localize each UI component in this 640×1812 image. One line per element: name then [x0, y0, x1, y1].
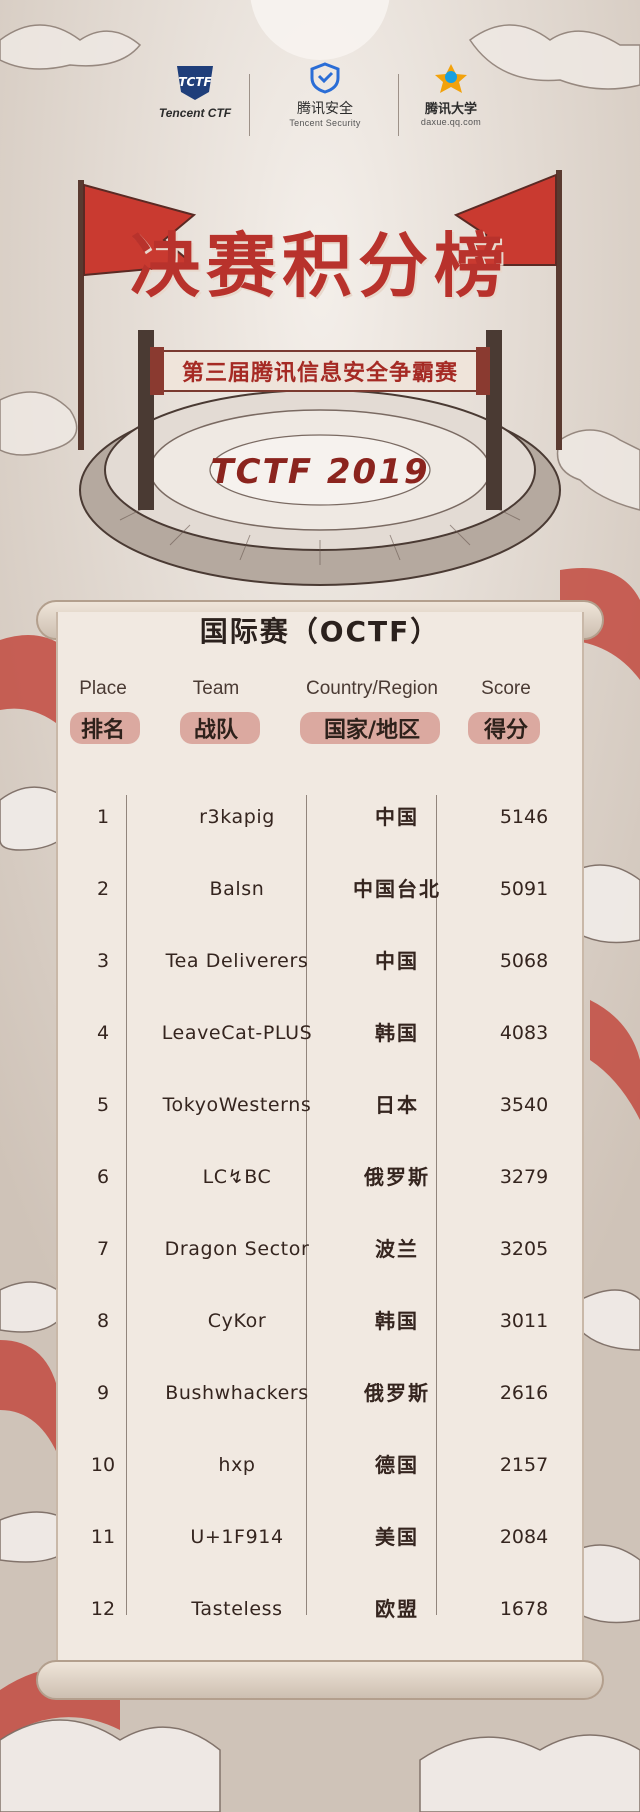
country-cell: 韩国: [375, 1309, 419, 1333]
score-cell: 1678: [499, 1598, 549, 1620]
column-header-country-zh: 国家/地区: [323, 718, 421, 743]
country-cell: 美国: [375, 1525, 419, 1549]
table-row: 2 Balsn 中国台北 5091: [56, 869, 584, 909]
table-row: 5 TokyoWesterns 日本 3540: [56, 1085, 584, 1125]
team-cell: CyKor: [207, 1310, 267, 1332]
event-name: TCTF 2019: [210, 452, 430, 492]
team-cell: U+1F914: [190, 1526, 284, 1548]
page-title: 决赛积分榜: [130, 224, 510, 307]
country-cell: 日本: [375, 1093, 419, 1117]
country-cell: 中国: [375, 805, 419, 829]
team-cell: r3kapig: [199, 806, 275, 828]
table-row: 3 Tea Deliverers 中国 5068: [56, 941, 584, 981]
scroll-roll-bottom: [36, 1660, 604, 1700]
table-row: 4 LeaveCat-PLUS 韩国 4083: [56, 1013, 584, 1053]
column-divider: [306, 795, 307, 1615]
scroll-paper: [56, 612, 584, 1662]
team-cell: Tasteless: [191, 1598, 283, 1620]
team-cell: Dragon Sector: [164, 1238, 310, 1260]
logo-label: Tencent CTF: [158, 106, 232, 120]
table-row: 10 hxp 德国 2157: [56, 1445, 584, 1485]
score-cell: 4083: [499, 1022, 549, 1044]
score-cell: 5068: [499, 950, 549, 972]
tctf-shield-icon: TCTF: [177, 66, 213, 100]
section-title: 国际赛（OCTF）: [199, 615, 441, 648]
table-row: 8 CyKor 韩国 3011: [56, 1301, 584, 1341]
country-cell: 韩国: [375, 1021, 419, 1045]
logo-tencent-ctf: TCTF Tencent CTF: [120, 62, 270, 120]
score-cell: 5091: [499, 878, 549, 900]
score-cell: 3011: [499, 1310, 549, 1332]
team-cell: Tea Deliverers: [165, 950, 309, 972]
table-row: 1 r3kapig 中国 5146: [56, 797, 584, 837]
tencent-university-star-icon: [435, 64, 467, 93]
score-cell: 2616: [499, 1382, 549, 1404]
team-cell: hxp: [218, 1454, 256, 1476]
table-row: 6 LC↯BC 俄罗斯 3279: [56, 1157, 584, 1197]
score-cell: 5146: [499, 806, 549, 828]
column-header-team: Team: [192, 678, 240, 699]
country-cell: 德国: [375, 1453, 419, 1477]
tencent-security-shield-icon: [310, 62, 340, 94]
country-cell: 波兰: [375, 1237, 419, 1261]
logo-label: 腾讯大学: [424, 101, 477, 116]
logo-tencent-university: 腾讯大学 daxue.qq.com: [376, 62, 526, 127]
team-cell: TokyoWesterns: [162, 1094, 312, 1116]
score-cell: 3205: [499, 1238, 549, 1260]
team-cell: Balsn: [209, 878, 265, 900]
column-header-country: Country/Region: [305, 678, 439, 699]
team-cell: LC↯BC: [202, 1166, 272, 1188]
column-header-team-zh: 战队: [193, 718, 238, 743]
score-cell: 2157: [499, 1454, 549, 1476]
country-cell: 欧盟: [375, 1597, 419, 1621]
country-cell: 俄罗斯: [364, 1165, 430, 1189]
score-cell: 3540: [499, 1094, 549, 1116]
score-cell: 2084: [499, 1526, 549, 1548]
table-row: 12 Tasteless 欧盟 1678: [56, 1589, 584, 1629]
country-cell: 中国: [375, 949, 419, 973]
table-row: 11 U+1F914 美国 2084: [56, 1517, 584, 1557]
subtitle: 第三届腾讯信息安全争霸赛: [181, 360, 458, 386]
team-cell: LeaveCat-PLUS: [161, 1022, 313, 1044]
svg-text:TCTF: TCTF: [178, 75, 212, 89]
column-header-score: Score: [481, 678, 531, 699]
column-header-score-zh: 得分: [483, 718, 528, 743]
table-row: 9 Bushwhackers 俄罗斯 2616: [56, 1373, 584, 1413]
country-cell: 俄罗斯: [364, 1381, 430, 1405]
logo-sub: daxue.qq.com: [420, 117, 482, 127]
column-divider: [436, 795, 437, 1615]
sponsor-logos: TCTF Tencent CTF 腾讯安全 Tencent Security 腾…: [0, 62, 640, 142]
score-cell: 3279: [499, 1166, 549, 1188]
table-row: 7 Dragon Sector 波兰 3205: [56, 1229, 584, 1269]
column-divider: [126, 795, 127, 1615]
country-cell: 中国台北: [353, 877, 441, 901]
team-cell: Bushwhackers: [165, 1382, 309, 1404]
